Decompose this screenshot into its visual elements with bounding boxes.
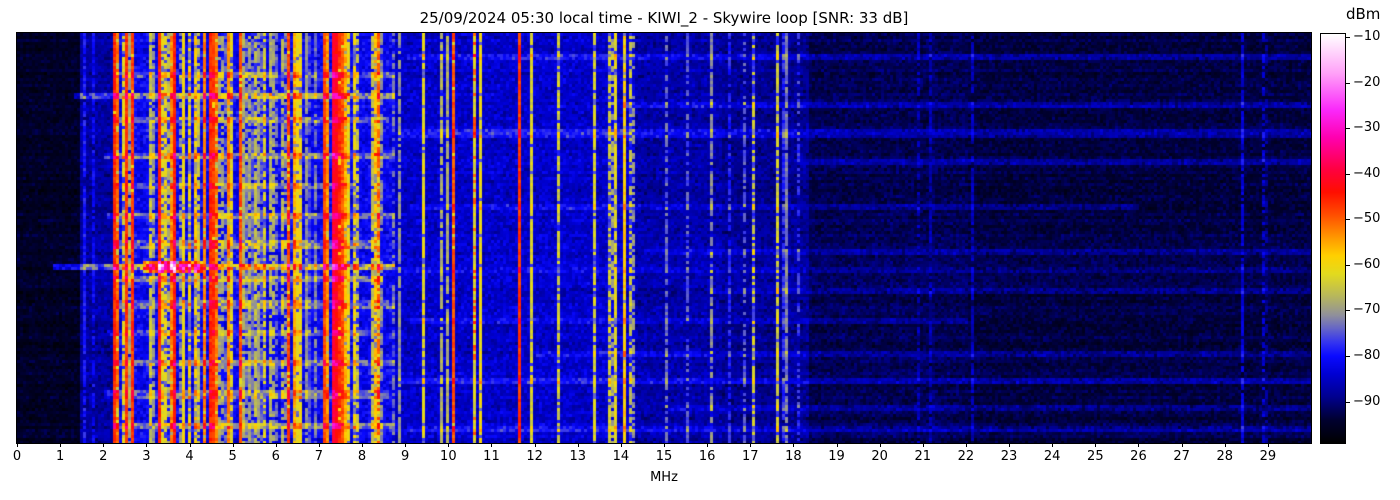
x-tick-mark	[750, 443, 751, 447]
x-tick-mark	[319, 443, 320, 447]
colorbar-tick-mark	[1345, 174, 1350, 175]
colorbar-tick-mark	[1345, 356, 1350, 357]
x-tick-mark	[146, 443, 147, 447]
x-tick-label: 24	[1044, 449, 1061, 464]
x-tick-mark	[923, 443, 924, 447]
colorbar-tick-label: −50	[1353, 211, 1380, 227]
x-tick-mark	[1052, 443, 1053, 447]
x-tick-label: 2	[99, 449, 107, 464]
x-tick-mark	[880, 443, 881, 447]
x-tick-label: 17	[742, 449, 759, 464]
x-tick-label: 22	[958, 449, 975, 464]
x-tick-label: 20	[871, 449, 888, 464]
x-tick-label: 25	[1087, 449, 1104, 464]
colorbar-tick-label: −90	[1353, 394, 1380, 410]
x-tick-mark	[535, 443, 536, 447]
x-tick-mark	[1268, 443, 1269, 447]
x-tick-mark	[837, 443, 838, 447]
x-tick-label: 27	[1173, 449, 1190, 464]
x-tick-mark	[405, 443, 406, 447]
x-tick-label: 4	[185, 449, 193, 464]
x-tick-label: 12	[526, 449, 543, 464]
colorbar-tick-label: −70	[1353, 302, 1380, 318]
colorbar-tick-label: −60	[1353, 257, 1380, 273]
x-tick-mark	[276, 443, 277, 447]
x-tick-mark	[448, 443, 449, 447]
x-tick-label: 21	[915, 449, 932, 464]
x-tick-label: 15	[656, 449, 673, 464]
colorbar-unit-label: dBm	[1346, 5, 1380, 23]
x-tick-mark	[362, 443, 363, 447]
x-tick-mark	[966, 443, 967, 447]
x-tick-mark	[793, 443, 794, 447]
x-tick-label: 28	[1216, 449, 1233, 464]
x-tick-label: 18	[785, 449, 802, 464]
colorbar-tick-label: −40	[1353, 166, 1380, 182]
x-axis-label: MHz	[17, 470, 1311, 485]
x-tick-mark	[1095, 443, 1096, 447]
x-tick-mark	[190, 443, 191, 447]
x-tick-label: 1	[56, 449, 64, 464]
x-tick-mark	[17, 443, 18, 447]
colorbar-tick-label: −20	[1353, 75, 1380, 91]
x-tick-label: 14	[613, 449, 630, 464]
colorbar-tick-mark	[1345, 310, 1350, 311]
x-tick-label: 5	[229, 449, 237, 464]
x-tick-label: 13	[569, 449, 586, 464]
colorbar-tick-mark	[1345, 402, 1350, 403]
colorbar-tick-mark	[1345, 128, 1350, 129]
x-tick-label: 3	[142, 449, 150, 464]
x-tick-mark	[103, 443, 104, 447]
x-tick-label: 29	[1260, 449, 1277, 464]
x-tick-mark	[664, 443, 665, 447]
x-tick-mark	[621, 443, 622, 447]
x-tick-label: 19	[828, 449, 845, 464]
x-tick-mark	[578, 443, 579, 447]
x-tick-label: 9	[401, 449, 409, 464]
x-tick-label: 16	[699, 449, 716, 464]
x-tick-label: 10	[440, 449, 457, 464]
x-tick-label: 23	[1001, 449, 1018, 464]
x-tick-mark	[707, 443, 708, 447]
x-tick-mark	[233, 443, 234, 447]
x-tick-mark	[1225, 443, 1226, 447]
waterfall-plot-frame	[16, 32, 1312, 444]
waterfall-canvas	[17, 33, 1311, 443]
colorbar-tick-mark	[1345, 83, 1350, 84]
colorbar-tick-label: −10	[1353, 29, 1380, 45]
colorbar-tick-mark	[1345, 37, 1350, 38]
x-tick-label: 8	[358, 449, 366, 464]
x-tick-label: 0	[13, 449, 21, 464]
x-tick-label: 26	[1130, 449, 1147, 464]
x-tick-mark	[491, 443, 492, 447]
x-tick-mark	[1182, 443, 1183, 447]
plot-title: 25/09/2024 05:30 local time - KIWI_2 - S…	[17, 9, 1311, 27]
colorbar	[1320, 33, 1346, 444]
colorbar-tick-label: −30	[1353, 120, 1380, 136]
x-tick-label: 11	[483, 449, 500, 464]
x-tick-mark	[1009, 443, 1010, 447]
colorbar-tick-label: −80	[1353, 348, 1380, 364]
spectrogram-figure: 25/09/2024 05:30 local time - KIWI_2 - S…	[0, 0, 1400, 500]
x-tick-label: 7	[315, 449, 323, 464]
x-tick-mark	[1138, 443, 1139, 447]
colorbar-tick-mark	[1345, 265, 1350, 266]
x-tick-label: 6	[272, 449, 280, 464]
colorbar-tick-mark	[1345, 219, 1350, 220]
x-tick-mark	[60, 443, 61, 447]
